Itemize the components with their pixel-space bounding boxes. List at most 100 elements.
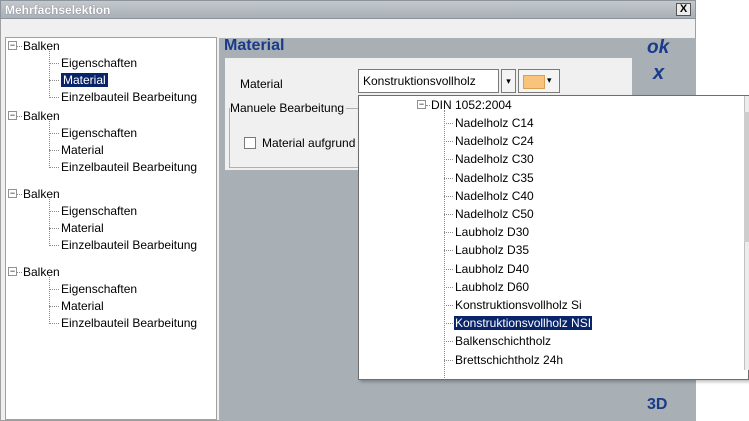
tree-connector: [17, 46, 22, 47]
material-combo[interactable]: Konstruktionsvollholz: [358, 69, 499, 93]
tree-node-material[interactable]: Material: [61, 221, 104, 235]
dropdown-option[interactable]: Laubholz D60: [455, 280, 529, 294]
tree-connector: [444, 359, 453, 361]
tree-connector: [444, 305, 453, 306]
title-bar: Mehrfachselektion X: [0, 0, 696, 19]
tree-connector: [444, 195, 453, 197]
dropdown-option[interactable]: Nadelholz C30: [455, 152, 534, 166]
checkbox-label: Material aufgrund: [262, 136, 356, 150]
chevron-down-icon[interactable]: ▾: [501, 69, 516, 93]
cancel-button[interactable]: x: [653, 62, 664, 85]
tree-connector: [49, 323, 59, 324]
dropdown-option[interactable]: Konstruktionsvollholz Si: [455, 298, 582, 312]
window-title: Mehrfachselektion: [5, 3, 111, 17]
dropdown-option[interactable]: Laubholz D30: [455, 225, 529, 239]
tree-node-balken[interactable]: Balken: [23, 39, 60, 53]
tree-node-label: Material: [61, 73, 108, 87]
view-3d-button[interactable]: 3D: [647, 396, 667, 414]
tree-node-material[interactable]: Material: [61, 143, 104, 157]
tree-node-eigenschaften[interactable]: Eigenschaften: [61, 282, 137, 296]
tree-connector: [49, 306, 59, 307]
tree-connector: [49, 133, 59, 134]
tree-connector: [444, 250, 453, 252]
tree-connector: [49, 80, 59, 81]
tree-node-label: Material: [61, 221, 104, 235]
tree-node-einzelbauteil-bearbeitung[interactable]: Einzelbauteil Bearbeitung: [61, 316, 197, 330]
material-combo-value: Konstruktionsvollholz: [363, 74, 476, 88]
tree-node-balken[interactable]: Balken: [23, 109, 60, 123]
tree-connector: [444, 214, 453, 215]
tree-connector: [17, 116, 22, 117]
tree-connector: [444, 232, 453, 234]
material-label: Material: [240, 77, 283, 91]
color-picker-button[interactable]: ▾: [518, 69, 560, 93]
tree-connector: [49, 228, 59, 229]
tree-node-einzelbauteil-bearbeitung[interactable]: Einzelbauteil Bearbeitung: [61, 238, 197, 252]
tree-connector: [444, 286, 453, 288]
tree-node-balken[interactable]: Balken: [23, 265, 60, 279]
collapse-icon[interactable]: −: [8, 189, 17, 198]
tree-node-label: Einzelbauteil Bearbeitung: [61, 160, 198, 174]
tree-connector: [49, 51, 50, 98]
tree-connector: [444, 177, 453, 179]
tree-node-einzelbauteil-bearbeitung[interactable]: Einzelbauteil Bearbeitung: [61, 160, 197, 174]
collapse-icon[interactable]: −: [8, 111, 17, 120]
tree-node-label: Eigenschaften: [61, 204, 138, 218]
tree-connector: [49, 63, 59, 64]
tree-node-label: Einzelbauteil Bearbeitung: [61, 316, 198, 330]
tree-connector: [444, 110, 445, 379]
color-swatch: [523, 75, 545, 89]
ok-button[interactable]: ok: [647, 37, 669, 59]
tree-node-label: Einzelbauteil Bearbeitung: [61, 90, 198, 104]
tree-node-eigenschaften[interactable]: Eigenschaften: [61, 126, 137, 140]
tree-connector: [49, 150, 59, 151]
dropdown-option[interactable]: Nadelholz C50: [455, 207, 534, 221]
dropdown-option[interactable]: Laubholz D35: [455, 243, 529, 257]
tree-node-eigenschaften[interactable]: Eigenschaften: [61, 204, 137, 218]
dropdown-option[interactable]: Nadelholz C14: [455, 116, 534, 130]
tree-node-label: Eigenschaften: [61, 126, 138, 140]
dropdown-option[interactable]: Nadelholz C40: [455, 189, 534, 203]
tree-node-label: Eigenschaften: [61, 282, 138, 296]
tree-connector: [444, 268, 453, 270]
tree-node-label: Einzelbauteil Bearbeitung: [61, 238, 198, 252]
tree-connector: [49, 97, 59, 98]
material-dropdown-list[interactable]: − DIN 1052:2004 Nadelholz C14 Nadelholz C24…: [358, 95, 749, 380]
collapse-icon[interactable]: −: [8, 267, 17, 276]
tree-node-label: Eigenschaften: [61, 56, 138, 70]
dropdown-option[interactable]: Nadelholz C35: [455, 171, 534, 185]
chevron-down-icon: ▾: [547, 75, 552, 85]
panel-title: Material: [224, 37, 285, 54]
tree-connector: [444, 159, 453, 161]
collapse-icon[interactable]: −: [8, 41, 17, 50]
tree-connector: [49, 121, 50, 168]
tree-node-material[interactable]: Material: [61, 299, 104, 313]
tree-node-eigenschaften[interactable]: Eigenschaften: [61, 56, 137, 70]
tree-node-label: Material: [61, 143, 104, 157]
tree-connector: [49, 211, 59, 212]
close-button[interactable]: X: [676, 3, 691, 16]
group-label: Manuele Bearbeitung: [230, 101, 347, 115]
scrollbar-thumb[interactable]: [744, 112, 749, 242]
tree-connector: [49, 277, 50, 324]
dropdown-option[interactable]: Laubholz D40: [455, 262, 529, 276]
collapse-icon[interactable]: −: [417, 100, 426, 109]
dropdown-option[interactable]: Nadelholz C24: [455, 134, 534, 148]
tree-connector: [426, 105, 430, 106]
tree-node-balken[interactable]: Balken: [23, 187, 60, 201]
dropdown-option[interactable]: Brettschichtholz 24h: [455, 353, 563, 367]
dropdown-option[interactable]: Balkenschichtholz: [455, 334, 551, 348]
tree-connector: [49, 199, 50, 246]
material-checkbox[interactable]: [244, 137, 256, 149]
tree-node-material[interactable]: Material: [61, 73, 108, 87]
tree-connector: [444, 341, 453, 343]
tree-connector: [49, 167, 59, 168]
tree-connector: [444, 323, 453, 325]
selection-tree[interactable]: − Balken Eigenschaften Material Einzelbautei…: [5, 37, 217, 420]
tree-node-label: Material: [61, 299, 104, 313]
tree-connector: [17, 194, 22, 195]
tree-connector: [17, 272, 22, 273]
tree-connector: [49, 289, 59, 290]
tree-node-einzelbauteil-bearbeitung[interactable]: Einzelbauteil Bearbeitung: [61, 90, 197, 104]
dropdown-option[interactable]: Konstruktionsvollholz NSI: [452, 315, 594, 332]
